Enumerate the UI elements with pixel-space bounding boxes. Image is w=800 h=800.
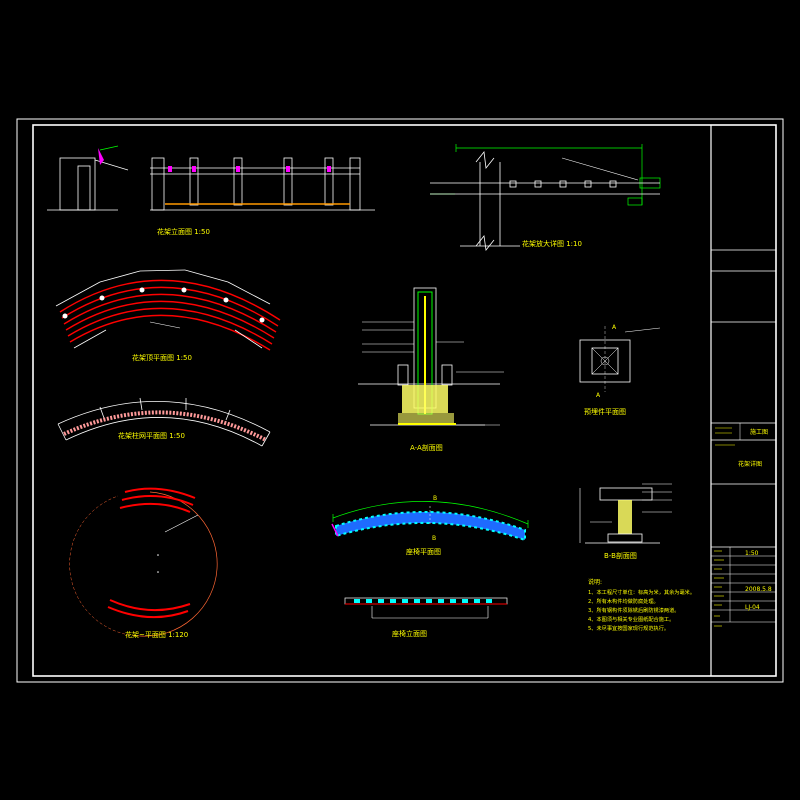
note-line-5: 5、未尽事宜按国家现行规范执行。 [588,624,669,632]
label-seat-elevation: 座椅立面图 [392,629,427,638]
section-marker-b-top: B [433,495,437,502]
label-pergola-elevation: 花架立面图 1:50 [157,227,210,236]
label-detail-enlarged: 花架放大详图 1:10 [522,239,582,248]
title-number: LJ-04 [745,604,760,611]
title-stage: 施工图 [750,428,768,436]
cad-drawing-sheet: 施工图 花架详图 1:50 2008.5.8 LJ-04 花架立面图 1:50 … [0,0,800,800]
note-line-1: 1、本工程尺寸单位：标高为米，其余为毫米。 [588,588,695,596]
section-marker-b-bottom: B [432,535,436,542]
title-date: 2008.5.8 [745,586,772,593]
label-top-plan: 花架顶平面图 1:50 [132,353,192,362]
note-line-2: 2、所有木构件均做防腐处理。 [588,597,659,605]
title-scale: 1:50 [745,550,759,557]
label-anchor-plan: 预埋件平面图 [584,407,626,416]
label-seat-plan: 座椅平面图 [406,547,441,556]
note-line-3: 3、所有钢构件须除锈后刷防锈漆两道。 [588,606,680,614]
note-line-4: 4、本图须与相关专业图纸配合施工。 [588,615,674,623]
label-section-bb: B-B剖面图 [604,551,637,560]
label-section-aa: A-A剖面图 [410,443,443,452]
label-position-plan: 花架~平面图 1:120 [125,630,188,639]
title-drawing-name: 花架详图 [738,460,762,468]
notes-title: 说明: [588,578,602,586]
label-column-plan: 花架柱网平面图 1:50 [118,431,185,440]
